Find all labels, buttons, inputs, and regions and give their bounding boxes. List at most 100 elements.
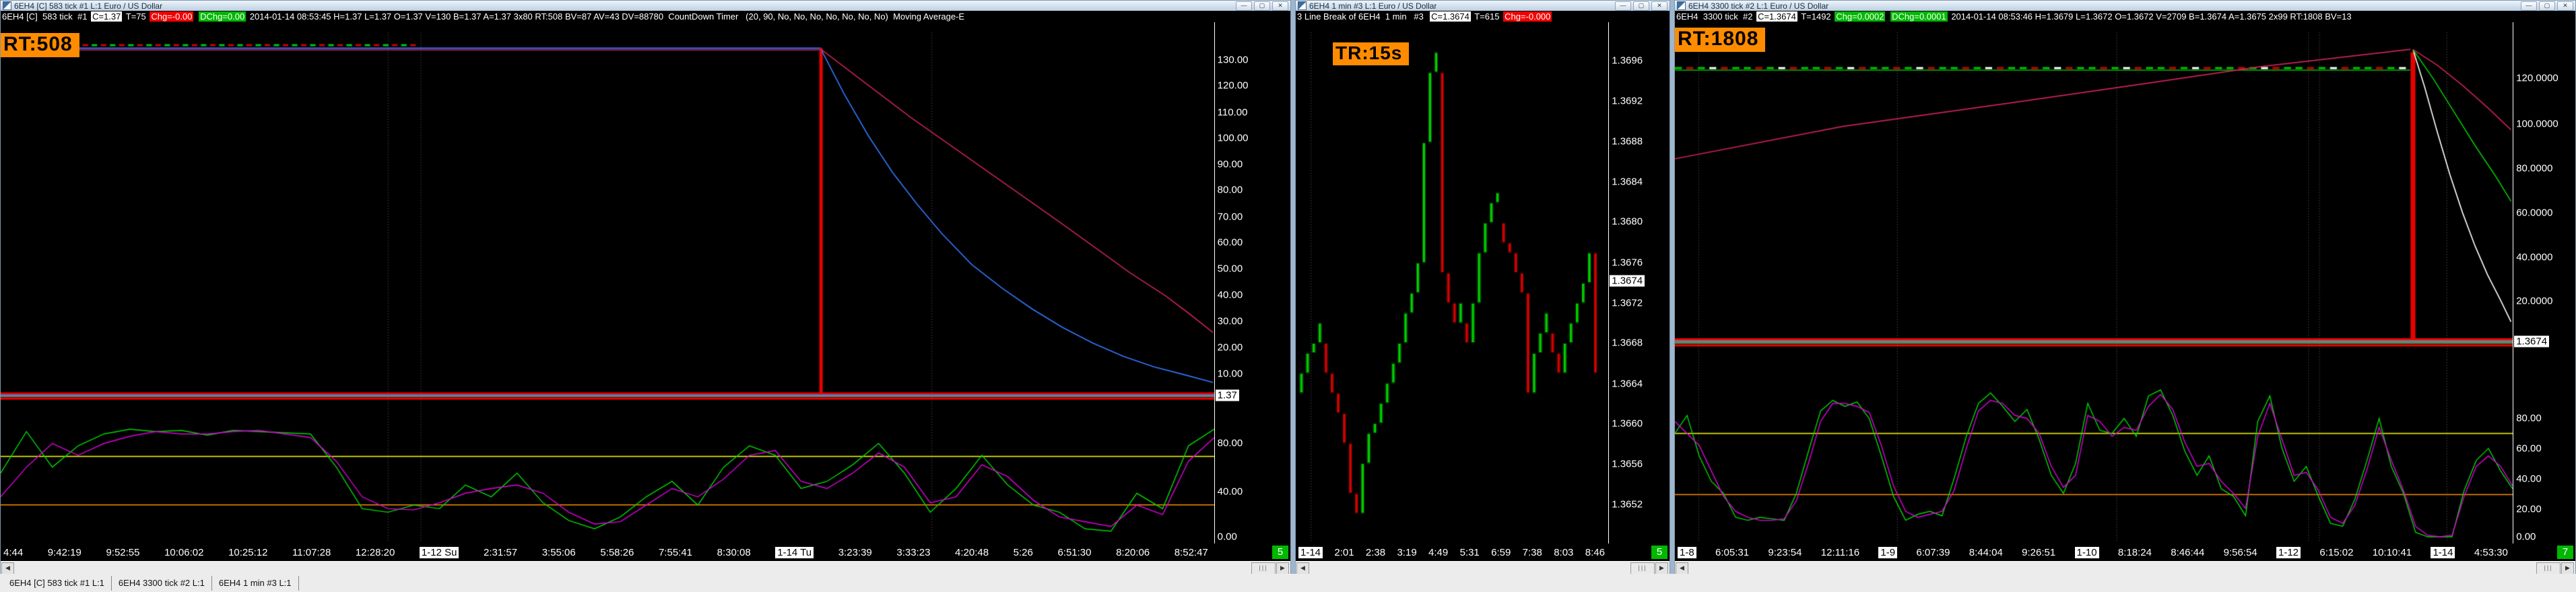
current-price-box: 1.3674 (2514, 335, 2550, 348)
chart-window-3300-tick: 6EH4 3300 tick #2 L:1 Euro / US Dollar —… (1674, 0, 2576, 575)
data-field-boxed: C=1.3674 (1756, 11, 1797, 22)
time-label: 5:58:26 (600, 546, 634, 558)
price-chart-canvas[interactable] (1, 22, 1214, 544)
time-label: 8:30:08 (717, 546, 751, 558)
restore-button[interactable]: ▢ (2539, 1, 2555, 11)
session-date-label: 1-14 (2431, 546, 2455, 558)
time-label: 5:26 (1013, 546, 1033, 558)
time-label: 8:18:24 (2117, 546, 2152, 558)
window-titlebar[interactable]: 6EH4 3300 tick #2 L:1 Euro / US Dollar —… (1675, 1, 2575, 11)
time-label: 9:56:54 (2223, 546, 2257, 558)
scroll-handle[interactable]: ||| (1251, 562, 1276, 574)
chart-scrollbar[interactable]: ◀ ||| ▶ (1675, 561, 2575, 575)
chart-area: 120.0000 100.0000 80.0000 60.0000 40.0000 20.… (1675, 22, 2575, 544)
time-remaining-badge: TR:15s (1333, 42, 1410, 65)
time-label: 8:44:04 (1969, 546, 2003, 558)
time-label: 12:28:20 (355, 546, 395, 558)
bars-remaining-box: 7 (2557, 546, 2573, 559)
close-button[interactable]: ✕ (1651, 1, 1667, 11)
price-chart-canvas[interactable] (1296, 22, 1609, 544)
data-field: 2014-01-14 08:53:46 H=1.3679 L=1.3672 O=… (1948, 11, 2352, 22)
window-titlebar[interactable]: 6EH4 1 min #3 L:1 Euro / US Dollar — ▢ ✕ (1296, 1, 1670, 11)
scroll-left-arrow[interactable]: ◀ (1296, 562, 1309, 574)
data-field: T=615 (1472, 11, 1502, 22)
tab-583-tick-chart[interactable]: 6EH4 [C] 583 tick #1 L:1 (3, 575, 112, 591)
minimize-button[interactable]: — (1236, 1, 1252, 11)
time-label: 4:49 (1428, 546, 1449, 558)
price-scale-label: 1.3688 (1612, 135, 1643, 147)
price-scale-label: 1.3696 (1612, 55, 1643, 67)
data-field: 6EH4 [C] 583 tick #1 (2, 11, 90, 22)
window-title: 6EH4 3300 tick #2 L:1 Euro / US Dollar (1688, 1, 1829, 11)
data-field-boxed: DChg=0.00 (199, 11, 246, 22)
time-label: 3:55:06 (541, 546, 576, 558)
current-price-box: 1.3674 (1610, 275, 1645, 287)
price-scale[interactable]: 130.00 120.00 110.00 100.00 90.00 80.00 70.00 6… (1214, 22, 1290, 544)
time-label: 4:53:30 (2474, 546, 2508, 558)
window-controls: — ▢ ✕ (2521, 1, 2573, 11)
price-scale-label: 1.3660 (1612, 418, 1643, 430)
mdi-tab-strip: 6EH4 [C] 583 tick #1 L:1 6EH4 3300 tick … (0, 574, 2576, 592)
restore-button[interactable]: ▢ (1254, 1, 1270, 11)
price-scale-label: 40.0000 (2516, 251, 2553, 263)
scroll-right-arrow[interactable]: ▶ (2561, 562, 2574, 574)
scroll-handle[interactable]: ||| (1630, 562, 1655, 574)
price-scale-label: 110.00 (1217, 106, 1248, 119)
data-field: T=75 (123, 11, 149, 22)
chart-scrollbar[interactable]: ◀ ||| ▶ (1, 561, 1290, 575)
time-label: 10:10:41 (2372, 546, 2412, 558)
minimize-button[interactable]: — (1615, 1, 1631, 11)
time-label: 10:25:12 (228, 546, 268, 558)
tab-1min-chart[interactable]: 6EH4 1 min #3 L:1 (212, 575, 299, 591)
indicator-scale-label: 80.00 (1217, 437, 1243, 449)
indicator-scale-label: 80.00 (2516, 412, 2542, 424)
time-label: 2:31:57 (484, 546, 518, 558)
session-date-label: 1-14 (1298, 546, 1323, 558)
chart-scrollbar[interactable]: ◀ ||| ▶ (1296, 561, 1670, 575)
price-scale-label: 50.00 (1217, 263, 1243, 275)
tab-3300-tick-chart[interactable]: 6EH4 3300 tick #2 L:1 (112, 575, 212, 591)
data-row: 6EH4 [C] 583 tick #1 C=1.37 T=75 Chg=-0.… (1, 11, 1290, 22)
price-scale[interactable]: 120.0000 100.0000 80.0000 60.0000 40.0000 20.… (2513, 22, 2575, 544)
scroll-right-arrow[interactable]: ▶ (1655, 562, 1668, 574)
price-scale-label: 60.0000 (2516, 207, 2553, 219)
close-button[interactable]: ✕ (2557, 1, 2573, 11)
time-label: 4:44 (3, 546, 24, 558)
scroll-left-arrow[interactable]: ◀ (1676, 562, 1688, 574)
price-scale-label: 1.3664 (1612, 378, 1643, 390)
data-field: 6EH4 3300 tick #2 (1676, 11, 1756, 22)
scroll-right-arrow[interactable]: ▶ (1276, 562, 1289, 574)
chart-window-icon (1677, 1, 1686, 10)
price-chart-canvas[interactable] (1675, 22, 2513, 544)
price-scale[interactable]: 1.3696 1.3692 1.3688 1.3684 1.3680 1.3676 1.36… (1608, 22, 1670, 544)
price-scale-label: 40.00 (1217, 289, 1243, 301)
time-axis[interactable]: 4:44 9:42:19 9:52:55 10:06:02 10:25:12 11:07:… (1, 544, 1290, 561)
chart-window-583-tick: 6EH4 [C] 583 tick #1 L:1 Euro / US Dolla… (0, 0, 1291, 575)
data-field-boxed: C=1.3674 (1430, 11, 1471, 22)
indicator-scale-label: 0.00 (2516, 531, 2536, 543)
price-scale-label: 20.0000 (2516, 295, 2553, 307)
time-label: 2:01 (1334, 546, 1354, 558)
time-axis[interactable]: 1-14 2:01 2:38 3:19 4:49 5:31 6:59 7:38 8:03 8:46… (1296, 544, 1670, 561)
minimize-button[interactable]: — (2521, 1, 2537, 11)
bars-remaining-box: 5 (1272, 546, 1288, 559)
price-scale-label: 1.3676 (1612, 257, 1643, 269)
window-tabs: 6EH4 [C] 583 tick #1 L:1 6EH4 3300 tick … (3, 575, 299, 591)
scroll-handle[interactable]: ||| (2536, 562, 2561, 574)
close-button[interactable]: ✕ (1272, 1, 1288, 11)
restore-button[interactable]: ▢ (1633, 1, 1649, 11)
time-label: 5:31 (1459, 546, 1480, 558)
price-scale-label: 100.0000 (2516, 118, 2558, 130)
price-scale-label: 1.3684 (1612, 176, 1643, 188)
time-axis[interactable]: 1-8 6:05:31 9:23:54 12:11:16 1-9 6:07:39 8:44:… (1675, 544, 2575, 561)
price-scale-label: 1.3652 (1612, 498, 1643, 511)
data-field: 2014-01-14 08:53:45 H=1.37 L=1.37 O=1.37… (247, 11, 965, 22)
scroll-left-arrow[interactable]: ◀ (1, 562, 14, 574)
price-scale-label: 80.00 (1217, 184, 1243, 196)
time-label: 10:06:02 (164, 546, 204, 558)
window-title: 6EH4 [C] 583 tick #1 L:1 Euro / US Dolla… (14, 1, 163, 11)
session-date-label: 1-10 (2074, 546, 2099, 558)
price-scale-label: 120.0000 (2516, 72, 2558, 84)
data-field-boxed: C=1.37 (91, 11, 123, 22)
window-titlebar[interactable]: 6EH4 [C] 583 tick #1 L:1 Euro / US Dolla… (1, 1, 1290, 11)
